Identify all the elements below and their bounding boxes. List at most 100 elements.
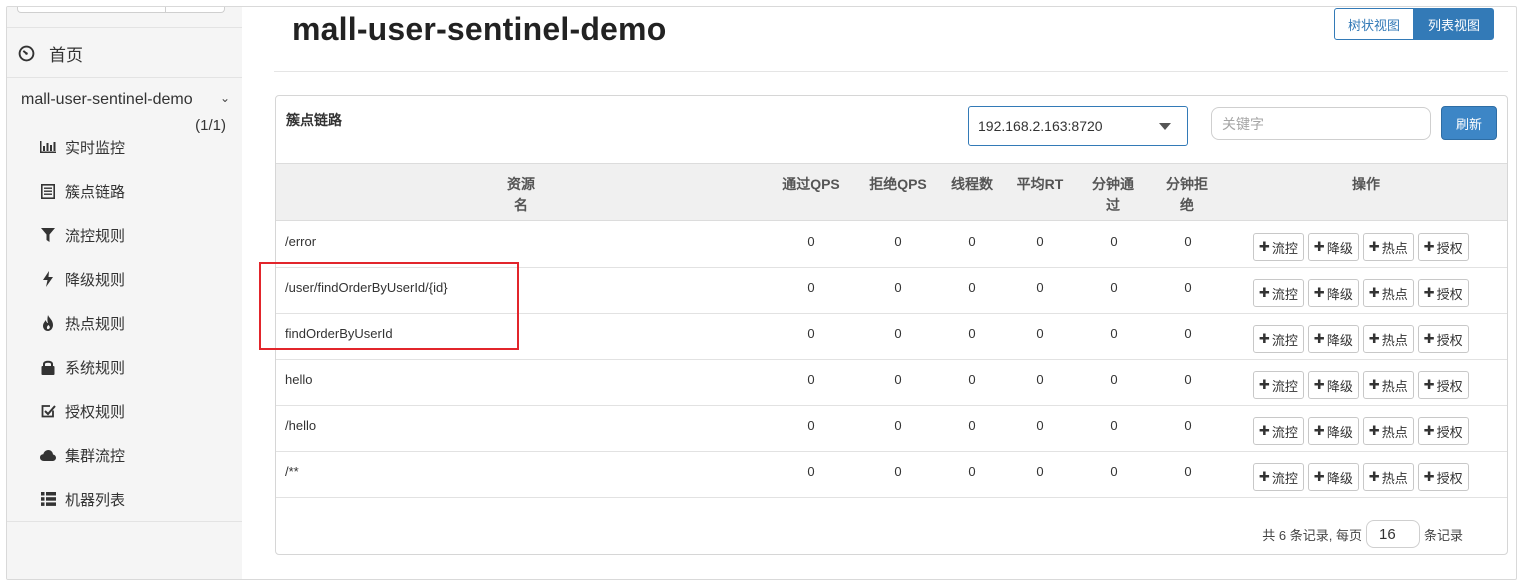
op-degrade-button[interactable]: ✚ 降级 [1307,279,1359,307]
keyword-search-input[interactable] [1211,107,1431,140]
chevron-down-icon: ⌄ [219,91,230,105]
op-degrade-button[interactable]: ✚ 降级 [1307,325,1359,353]
sidebar-item-flow-rules[interactable]: 流控规则 [7,213,242,257]
sidebar-item-auth-rules[interactable]: 授权规则 [7,389,242,433]
dashboard-icon [18,45,35,61]
metric-value: 0 [1036,372,1044,387]
op-hot-button[interactable]: ✚ 热点 [1362,463,1414,491]
machine-select[interactable]: 192.168.2.163:8720 [968,106,1188,146]
op-hot-button[interactable]: ✚ 热点 [1362,233,1414,261]
op-flow-button[interactable]: ✚ 流控 [1253,417,1304,445]
plus-icon: ✚ [1368,331,1380,346]
sidebar-item-hot-rules[interactable]: 热点规则 [7,301,242,345]
fire-icon [40,315,56,331]
metric-value: 0 [1110,326,1118,341]
sidebar-item-label: 集群流控 [65,447,126,465]
op-flow-button[interactable]: ✚ 流控 [1253,279,1304,307]
op-hot-button[interactable]: ✚ 热点 [1362,279,1414,307]
op-flow-button[interactable]: ✚ 流控 [1253,463,1304,491]
op-label: 流控 [1271,332,1298,348]
op-label: 降级 [1326,332,1353,348]
op-auth-button[interactable]: ✚ 授权 [1417,371,1469,399]
th-list-icon [40,491,56,507]
pager-suffix: 条记录 [1423,527,1463,543]
op-degrade-button[interactable]: ✚ 降级 [1307,233,1359,261]
op-flow-button[interactable]: ✚ 流控 [1253,325,1304,353]
list-view-button[interactable]: 列表视图 [1413,8,1494,40]
op-degrade-button[interactable]: ✚ 降级 [1307,463,1359,491]
metric-value: 0 [894,326,902,341]
table-row: hello 0 0 0 0 0 0 ✚ 流控 ✚ 降级 ✚ 热点 ✚ 授权 [276,360,1507,406]
op-auth-button[interactable]: ✚ 授权 [1417,325,1469,353]
row-actions: ✚ 流控 ✚ 降级 ✚ 热点 ✚ 授权 [1253,417,1473,445]
metric-value: 0 [1184,326,1192,341]
page-size-input[interactable]: 16 [1365,520,1420,548]
sidebar-item-degrade-rules[interactable]: 降级规则 [7,257,242,301]
metric-value: 0 [1184,372,1192,387]
sidebar-item-home[interactable]: 首页 [7,29,242,77]
metric-value: 0 [1184,464,1192,479]
op-degrade-button[interactable]: ✚ 降级 [1307,417,1359,445]
op-auth-button[interactable]: ✚ 授权 [1417,463,1469,491]
op-degrade-button[interactable]: ✚ 降级 [1307,371,1359,399]
sidebar-item-cluster-flow[interactable]: 集群流控 [7,433,242,477]
pager-summary: 共 6 条记录, 每页 [1262,527,1362,543]
sidebar-item-label: 簇点链路 [65,183,126,201]
op-hot-button[interactable]: ✚ 热点 [1362,417,1414,445]
plus-icon: ✚ [1313,469,1325,484]
sidebar-item-label: 实时监控 [65,139,126,157]
op-auth-button[interactable]: ✚ 授权 [1417,417,1469,445]
sidebar-item-cluster-link[interactable]: 簇点链路 [7,169,242,213]
refresh-button[interactable]: 刷新 [1441,106,1497,140]
plus-icon: ✚ [1313,239,1325,254]
plus-icon: ✚ [1368,423,1380,438]
op-label: 热点 [1381,286,1408,302]
check-icon [40,403,56,419]
resource-name: hello [285,372,313,387]
sidebar-app-group[interactable]: mall-user-sentinel-demo ⌄ (1/1) [21,91,230,134]
metric-value: 0 [1110,372,1118,387]
sidebar-search-box[interactable] [17,7,225,13]
caret-down-icon [1159,123,1171,130]
plus-icon: ✚ [1259,285,1270,300]
lock-icon [40,359,56,375]
tree-view-button[interactable]: 树状视图 [1333,8,1414,40]
resource-name: /hello [285,418,317,433]
bar-chart-icon [40,139,56,155]
sidebar-home-label: 首页 [49,45,83,65]
plus-icon: ✚ [1259,331,1270,346]
plus-icon: ✚ [1423,285,1435,300]
metric-value: 0 [968,280,976,295]
col-ops: 操作 [1352,176,1380,192]
flash-icon [40,271,56,287]
op-hot-button[interactable]: ✚ 热点 [1362,371,1414,399]
op-auth-button[interactable]: ✚ 授权 [1417,233,1469,261]
sidebar: 首页 mall-user-sentinel-demo ⌄ (1/1) 实时监控 … [7,7,242,579]
op-flow-button[interactable]: ✚ 流控 [1253,233,1304,261]
table-row: /** 0 0 0 0 0 0 ✚ 流控 ✚ 降级 ✚ 热点 ✚ 授权 [276,452,1507,498]
metric-value: 0 [968,234,976,249]
op-auth-button[interactable]: ✚ 授权 [1417,279,1469,307]
op-label: 授权 [1436,240,1463,256]
sidebar-item-machines[interactable]: 机器列表 [7,477,242,521]
op-label: 降级 [1326,240,1353,256]
op-flow-button[interactable]: ✚ 流控 [1253,371,1304,399]
list-alt-icon [40,183,56,199]
col-pass-qps: 通过QPS [782,176,840,192]
plus-icon: ✚ [1313,423,1325,438]
op-hot-button[interactable]: ✚ 热点 [1362,325,1414,353]
app-frame: 首页 mall-user-sentinel-demo ⌄ (1/1) 实时监控 … [6,6,1517,580]
metric-value: 0 [968,464,976,479]
metric-value: 0 [1110,234,1118,249]
op-label: 降级 [1326,286,1353,302]
op-label: 流控 [1271,286,1298,302]
sidebar-item-label: 机器列表 [65,491,126,509]
row-actions: ✚ 流控 ✚ 降级 ✚ 热点 ✚ 授权 [1253,233,1473,261]
sidebar-item-realtime[interactable]: 实时监控 [7,125,242,169]
plus-icon: ✚ [1259,239,1270,254]
sidebar-item-system-rules[interactable]: 系统规则 [7,345,242,389]
op-label: 降级 [1326,470,1353,486]
op-label: 流控 [1271,378,1298,394]
divider [274,71,1508,72]
metric-value: 0 [894,418,902,433]
